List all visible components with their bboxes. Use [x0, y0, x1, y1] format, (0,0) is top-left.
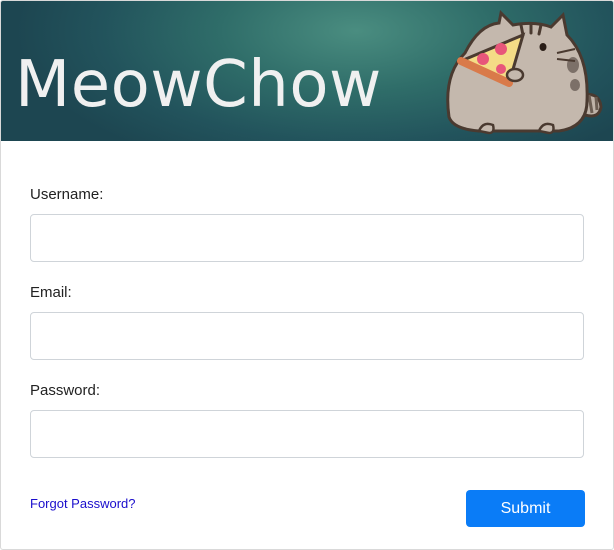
email-input[interactable] — [30, 312, 584, 360]
app-title: MeowChow — [15, 48, 382, 122]
password-input[interactable] — [30, 410, 584, 458]
username-label: Username: — [30, 186, 104, 203]
header-banner: MeowChow — [1, 1, 613, 141]
username-input[interactable] — [30, 214, 584, 262]
pusheen-cat-eating-pizza-icon — [446, 9, 603, 135]
signup-form: Username: Email: Password: Forgot Passwo… — [1, 141, 613, 549]
email-label: Email: — [30, 284, 72, 301]
forgot-password-link[interactable]: Forgot Password? — [30, 495, 136, 513]
login-panel: MeowChow Username: Email: Password: Forg… — [0, 0, 614, 550]
password-label: Password: — [30, 382, 101, 399]
submit-button[interactable]: Submit — [466, 490, 585, 527]
